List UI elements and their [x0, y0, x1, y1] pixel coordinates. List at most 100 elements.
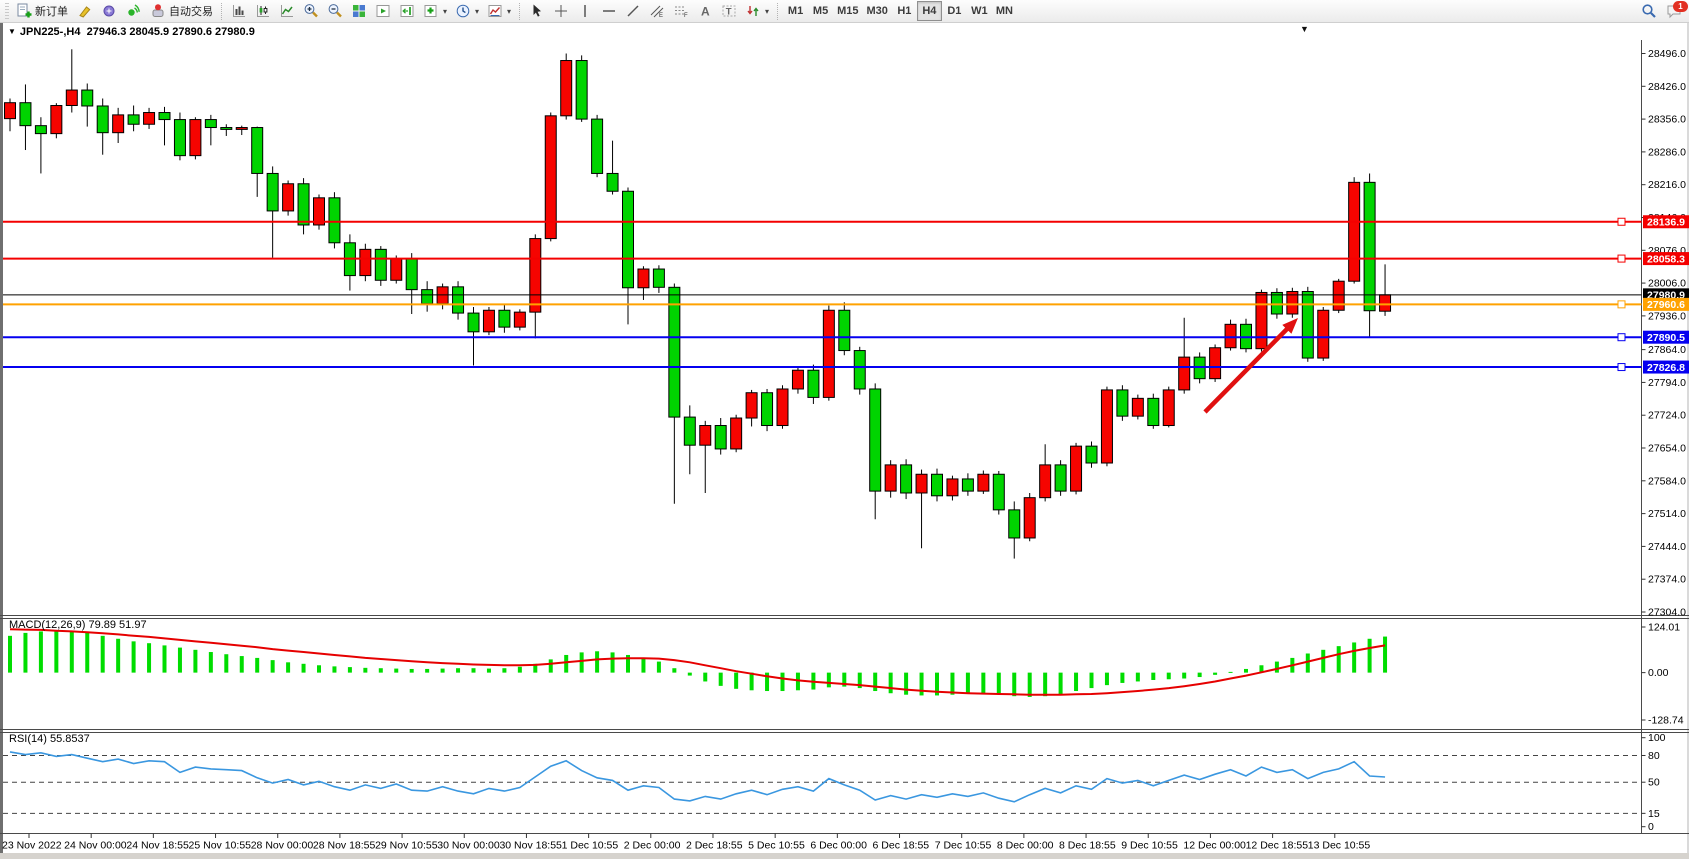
axis-tick-label: 28286.0	[1648, 146, 1686, 158]
timeframe-button-m15[interactable]: M15	[833, 1, 862, 21]
macd-histogram-bar	[889, 673, 893, 694]
candle-body	[1302, 292, 1313, 359]
macd-histogram-bar	[1337, 646, 1341, 672]
macd-histogram-bar	[1120, 673, 1124, 683]
symbol-period-label: JPN225-,H4	[20, 26, 81, 38]
timeframe-button-m1[interactable]: M1	[783, 1, 808, 21]
candlestick	[221, 124, 232, 136]
line-handle[interactable]	[1618, 218, 1625, 225]
horizontal-line-button[interactable]	[597, 1, 621, 21]
line-handle[interactable]	[1618, 334, 1625, 341]
candlestick	[159, 107, 170, 145]
new-order-button[interactable]: 新订单	[12, 1, 72, 21]
candlestick	[684, 405, 695, 474]
candlestick	[1024, 493, 1035, 541]
text-button[interactable]: A	[693, 1, 717, 21]
candle-body	[1163, 390, 1174, 426]
line-handle[interactable]	[1618, 364, 1625, 371]
candlestick-button[interactable]	[251, 1, 275, 21]
periods-button[interactable]: ▾	[451, 1, 483, 21]
market-button[interactable]	[97, 1, 121, 21]
axis-tick-label: 28496.0	[1648, 48, 1686, 60]
macd-histogram-bar	[1275, 662, 1279, 673]
axis-tick-label: 27724.0	[1648, 410, 1686, 422]
macd-histogram-bar	[209, 652, 213, 673]
price-line-label-text: 28058.3	[1647, 253, 1685, 265]
macd-histogram-bar	[147, 643, 151, 672]
macd-histogram-bar	[1167, 673, 1171, 680]
macd-histogram-bar	[70, 631, 74, 672]
macd-histogram-bar	[1105, 673, 1109, 686]
time-axis-label: 13 Dec 10:55	[1308, 840, 1371, 852]
metaeditor-button[interactable]	[73, 1, 97, 21]
channel-button[interactable]: E	[645, 1, 669, 21]
candlestick	[1380, 264, 1391, 316]
indicators-button[interactable]: ▾	[419, 1, 451, 21]
candlestick	[653, 265, 664, 293]
macd-indicator-label: MACD(12,26,9) 79.89 51.97	[9, 619, 147, 631]
new-order-icon	[16, 3, 32, 19]
candle-body	[1117, 390, 1128, 416]
channel-icon: E	[649, 3, 665, 19]
time-axis-label: 9 Dec 10:55	[1121, 840, 1178, 852]
line-handle[interactable]	[1618, 301, 1625, 308]
tile-windows-button[interactable]	[347, 1, 371, 21]
candle-body	[576, 61, 587, 120]
chart-symbol-readout[interactable]: ▼JPN225-,H4 27946.3 28045.9 27890.6 2798…	[8, 26, 255, 38]
vertical-line-button[interactable]	[573, 1, 597, 21]
fibonacci-button[interactable]: F	[669, 1, 693, 21]
candle-body	[623, 191, 634, 288]
line-handle[interactable]	[1618, 255, 1625, 262]
macd-histogram-bar	[379, 668, 383, 672]
candlestick	[283, 180, 294, 215]
macd-histogram-bar	[85, 633, 89, 673]
search-button[interactable]	[1637, 1, 1661, 21]
cursor-button[interactable]	[525, 1, 549, 21]
axis-tick-label: -128.74	[1648, 714, 1684, 726]
macd-histogram-bar	[904, 673, 908, 695]
line-chart-button[interactable]	[275, 1, 299, 21]
macd-histogram-bar	[1090, 673, 1094, 688]
zoom-in-button[interactable]	[299, 1, 323, 21]
signals-button[interactable]	[121, 1, 145, 21]
candle-body	[453, 287, 464, 313]
crosshair-button[interactable]	[549, 1, 573, 21]
candlestick	[715, 418, 726, 455]
rsi-indicator-label: RSI(14) 55.8537	[9, 733, 90, 745]
timeframe-button-m30[interactable]: M30	[862, 1, 891, 21]
shapes-button[interactable]: ▾	[741, 1, 773, 21]
candlestick	[1101, 387, 1112, 467]
candlestick	[731, 415, 742, 452]
timeframe-button-d1[interactable]: D1	[942, 1, 967, 21]
candlestick	[962, 473, 973, 495]
cursor-icon	[529, 3, 545, 19]
axis-tick-label: 28216.0	[1648, 179, 1686, 191]
bar-chart-button[interactable]	[227, 1, 251, 21]
candlestick	[1148, 394, 1159, 429]
macd-histogram-bar	[317, 665, 321, 672]
candle-body	[267, 173, 278, 210]
new-order-label: 新订单	[35, 3, 68, 19]
macd-histogram-bar	[1151, 673, 1155, 680]
toolbar-separator	[519, 3, 521, 20]
timeframe-button-h1[interactable]: H1	[892, 1, 917, 21]
chart-dropdown-arrow-icon[interactable]: ▼	[1300, 24, 1309, 34]
candlestick	[190, 117, 201, 159]
templates-button[interactable]: ▾	[483, 1, 515, 21]
auto-trading-button[interactable]: 自动交易	[146, 1, 217, 21]
auto-scroll-button[interactable]	[371, 1, 395, 21]
standard-toolbar-icons	[73, 1, 145, 21]
macd-histogram-bar	[8, 636, 12, 673]
label-button[interactable]: T	[717, 1, 741, 21]
timeframe-button-m5[interactable]: M5	[808, 1, 833, 21]
timeframe-button-h4[interactable]: H4	[917, 1, 942, 21]
zoom-out-button[interactable]	[323, 1, 347, 21]
timeframe-button-mn[interactable]: MN	[992, 1, 1017, 21]
time-axis-label: 6 Dec 00:00	[810, 840, 867, 852]
timeframe-button-w1[interactable]: W1	[967, 1, 992, 21]
chart-shift-button[interactable]	[395, 1, 419, 21]
chat-button[interactable]: 1	[1662, 1, 1686, 21]
toolbar: 新订单 自动交易 ▾▾▾ EFAT▾ M1M5M15M30H1H4D1W1MN …	[0, 0, 1689, 23]
candle-body	[1380, 295, 1391, 311]
trendline-button[interactable]	[621, 1, 645, 21]
